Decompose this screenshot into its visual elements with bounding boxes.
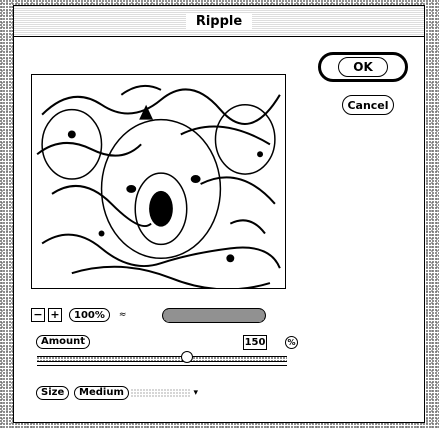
ok-button[interactable]: OK (318, 52, 408, 82)
amount-slider-thumb[interactable] (181, 351, 193, 363)
filter-preview[interactable] (31, 74, 286, 289)
koala-preview-image (32, 75, 285, 288)
zoom-in-icon[interactable]: + (48, 308, 62, 322)
size-label: Size (36, 386, 70, 400)
amount-input[interactable]: 150 (243, 335, 267, 350)
preview-progress-bar (162, 308, 266, 323)
amount-label: Amount (36, 335, 91, 349)
ok-button-label: OK (338, 57, 388, 77)
zoom-indicator-icon: ≈ (118, 310, 127, 320)
size-dropdown[interactable]: Medium ▾ (74, 385, 198, 401)
slider-baseline (37, 365, 287, 366)
ripple-dialog: Ripple OK Cancel − + 100% ≈ Amount 150 %… (13, 5, 425, 423)
progress-fill (163, 309, 265, 322)
zoom-controls: − + 100% ≈ (31, 307, 126, 323)
title-bar[interactable]: Ripple (14, 6, 424, 37)
percent-icon: % (285, 336, 298, 349)
size-selected-value: Medium (74, 386, 129, 400)
zoom-level: 100% (69, 308, 110, 322)
dropdown-fill (130, 389, 192, 397)
cancel-button[interactable]: Cancel (342, 95, 394, 115)
zoom-out-icon[interactable]: − (31, 308, 45, 322)
dialog-title: Ripple (185, 13, 253, 29)
dropdown-arrow-icon: ▾ (193, 388, 198, 398)
amount-slider-track[interactable] (37, 356, 287, 362)
